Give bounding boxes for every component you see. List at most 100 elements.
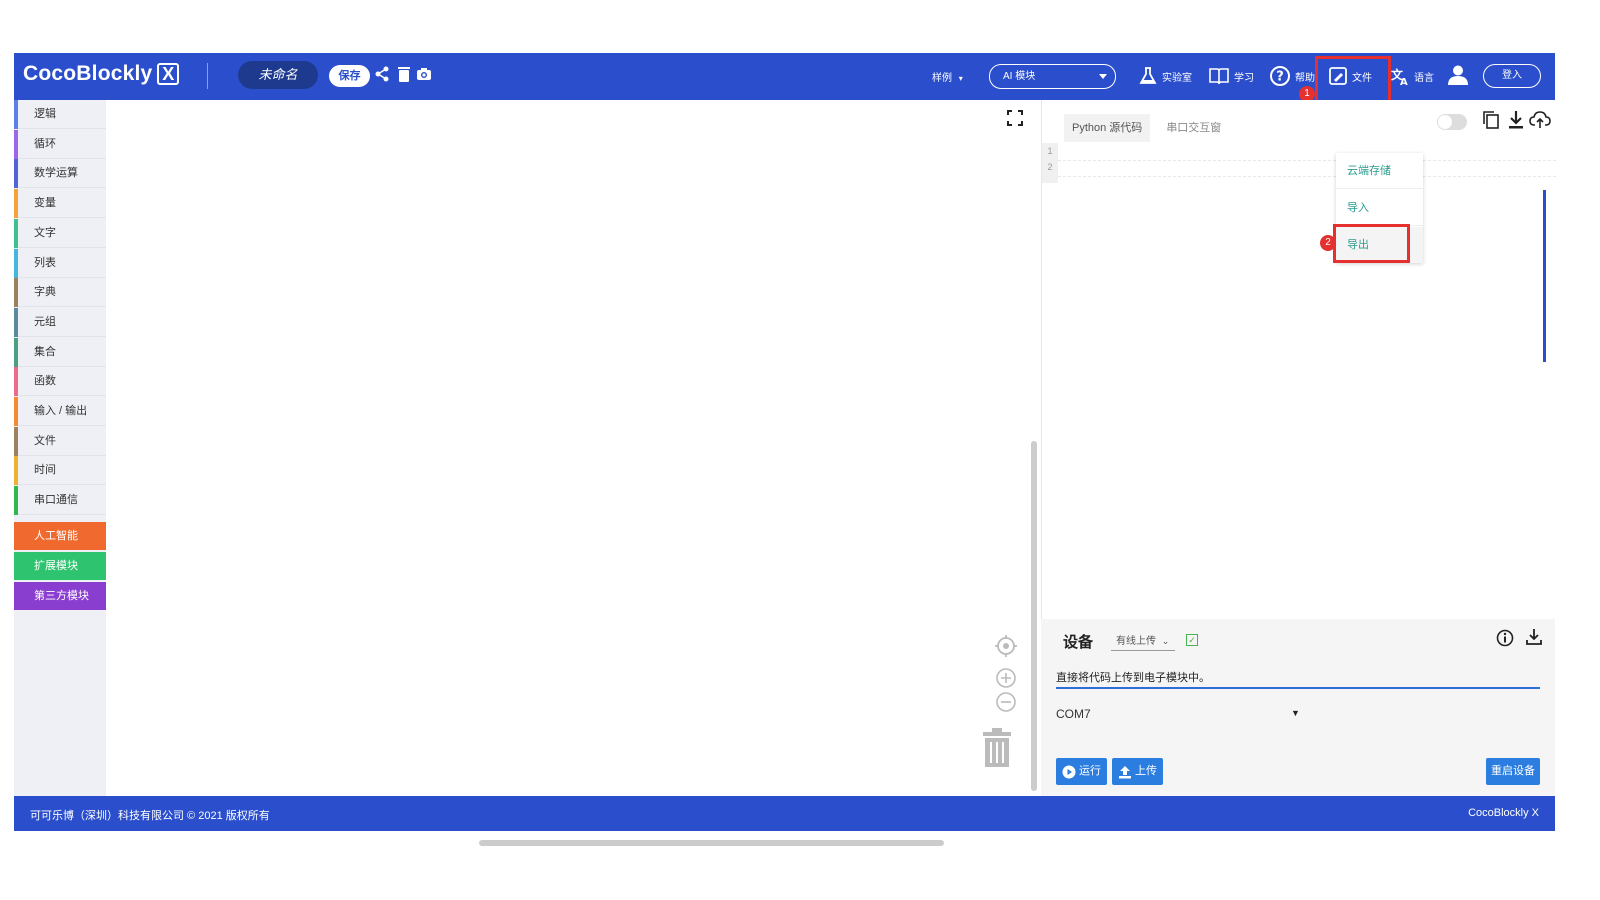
code-panel-scrollbar[interactable]	[1543, 190, 1546, 362]
category-color-bar	[14, 129, 18, 159]
workspace-horizontal-scrollbar[interactable]	[479, 840, 944, 846]
trash-icon[interactable]	[397, 66, 415, 84]
code-line-guide	[1058, 160, 1556, 161]
sidebar-category[interactable]: 循环	[14, 129, 106, 159]
sidebar-category[interactable]: 字典	[14, 278, 106, 308]
translate-icon: 文A	[1391, 67, 1408, 86]
nav-lab[interactable]: 实验室	[1138, 63, 1192, 89]
copyright-text: 可可乐博（深圳）科技有限公司 © 2021 版权所有	[30, 810, 270, 822]
sidebar-category-label: 元组	[34, 315, 56, 328]
nav-language[interactable]: 文A 语言	[1390, 63, 1434, 89]
sidebar-category[interactable]: 逻辑	[14, 100, 106, 129]
app-window: CocoBlockly X 未命名 保存 样例 ▾ AI 模块 实验室 学习 ?…	[14, 53, 1556, 846]
info-icon[interactable]	[1496, 629, 1514, 652]
nav-help-label: 帮助	[1295, 72, 1315, 84]
block-workspace[interactable]	[106, 100, 1041, 796]
line-number-gutter: 1 2	[1042, 143, 1058, 183]
cloud-upload-icon[interactable]	[1529, 110, 1551, 135]
com-port-caret-icon[interactable]: ▼	[1291, 708, 1300, 718]
device-download-icon[interactable]	[1525, 628, 1543, 651]
sidebar-category-label: 数学运算	[34, 167, 78, 180]
sidebar-category[interactable]: 元组	[14, 307, 106, 337]
tab-serial-console[interactable]: 串口交互窗	[1158, 114, 1229, 142]
sidebar-category[interactable]: 文件	[14, 426, 106, 456]
workspace-vertical-scrollbar[interactable]	[1031, 441, 1037, 791]
nav-learn[interactable]: 学习	[1208, 63, 1254, 89]
sidebar-special-category[interactable]: 扩展模块	[14, 552, 106, 580]
nav-lab-label: 实验室	[1162, 72, 1192, 84]
sidebar-special-category[interactable]: 第三方模块	[14, 582, 106, 610]
category-color-bar	[14, 218, 18, 248]
sidebar-category[interactable]: 函数	[14, 367, 106, 397]
sidebar-category-label: 列表	[34, 256, 56, 269]
ai-module-label: AI 模块	[1003, 71, 1036, 82]
sidebar-category[interactable]: 串口通信	[14, 486, 106, 516]
restart-device-button[interactable]: 重启设备	[1486, 758, 1540, 785]
upload-icon	[1119, 765, 1131, 778]
line-number: 1	[1047, 146, 1053, 156]
menu-item-import[interactable]: 导入	[1336, 190, 1423, 226]
user-icon[interactable]	[1447, 64, 1469, 91]
step-badge-2: 2	[1320, 235, 1336, 251]
recenter-icon[interactable]	[994, 634, 1018, 663]
sidebar-special-category[interactable]: 人工智能	[14, 522, 106, 550]
save-button[interactable]: 保存	[329, 65, 370, 87]
code-edit-toggle[interactable]	[1437, 114, 1467, 130]
sidebar-category[interactable]: 文字	[14, 218, 106, 248]
help-circle-icon: ?	[1270, 66, 1290, 86]
upload-label: 上传	[1135, 765, 1157, 777]
camera-icon[interactable]	[416, 66, 434, 84]
sidebar-category[interactable]: 数学运算	[14, 159, 106, 189]
sidebar-category-label: 集合	[34, 345, 56, 358]
upload-mode-select[interactable]: 有线上传 ⌄	[1111, 632, 1175, 651]
category-color-bar	[14, 159, 18, 189]
fullscreen-icon[interactable]	[1007, 110, 1023, 126]
category-color-bar	[14, 397, 18, 426]
sidebar-category[interactable]: 集合	[14, 337, 106, 367]
code-tabs: Python 源代码 串口交互窗	[1064, 114, 1237, 142]
zoom-out-icon[interactable]	[994, 690, 1018, 719]
upload-button[interactable]: 上传	[1112, 758, 1163, 785]
run-button[interactable]: 运行	[1056, 758, 1107, 785]
run-label: 运行	[1079, 765, 1101, 777]
footer-brand: CocoBlockly X	[1468, 807, 1539, 819]
file-menu-highlight-box	[1315, 56, 1391, 106]
sidebar-category-label: 串口通信	[34, 494, 78, 507]
nav-learn-label: 学习	[1234, 72, 1254, 84]
category-color-bar	[14, 100, 18, 129]
menu-item-cloud-storage[interactable]: 云端存储	[1336, 153, 1423, 189]
login-button[interactable]: 登入	[1483, 64, 1541, 88]
project-name[interactable]: 未命名	[238, 61, 318, 89]
header-divider	[207, 63, 208, 89]
footer: 可可乐博（深圳）科技有限公司 © 2021 版权所有 CocoBlockly X	[14, 796, 1555, 831]
sidebar-category-label: 输入 / 输出	[34, 405, 88, 417]
download-icon[interactable]	[1507, 110, 1525, 135]
ai-module-select[interactable]: AI 模块	[989, 64, 1116, 89]
category-color-bar	[14, 248, 18, 278]
device-description: 直接将代码上传到电子模块中。	[1056, 667, 1540, 689]
sidebar-category-label: 循环	[34, 137, 56, 150]
workspace-trash-icon[interactable]	[980, 728, 1014, 773]
sidebar-category[interactable]: 变量	[14, 189, 106, 219]
flask-icon	[1139, 67, 1157, 84]
caret-down-icon	[1099, 74, 1107, 79]
com-port-select[interactable]: COM7	[1056, 707, 1296, 721]
sidebar-category[interactable]: 列表	[14, 248, 106, 278]
upload-option-checkbox[interactable]: ✓	[1186, 634, 1198, 646]
chevron-down-icon: ⌄	[1161, 636, 1170, 646]
samples-menu[interactable]: 样例 ▾	[932, 69, 963, 84]
sidebar-category[interactable]: 时间	[14, 456, 106, 486]
logo-x-mark: X	[157, 63, 180, 85]
share-icon[interactable]	[374, 66, 392, 84]
tab-python-source[interactable]: Python 源代码	[1064, 114, 1151, 142]
block-category-sidebar: 逻辑循环数学运算变量 文字列表字典元组集合函数输入 / 输出 文件时间串口通信人工智…	[14, 100, 106, 796]
category-color-bar	[14, 337, 18, 367]
category-color-bar	[14, 307, 18, 337]
code-panel: Python 源代码 串口交互窗 1 2	[1041, 100, 1556, 619]
sidebar-category[interactable]: 输入 / 输出	[14, 397, 106, 426]
copy-icon[interactable]	[1482, 110, 1500, 135]
logo-text: CocoBlockly	[23, 62, 153, 85]
sidebar-category-label: 文件	[34, 434, 56, 447]
svg-text:?: ?	[1276, 70, 1284, 85]
sidebar-category-label: 函数	[34, 375, 56, 388]
